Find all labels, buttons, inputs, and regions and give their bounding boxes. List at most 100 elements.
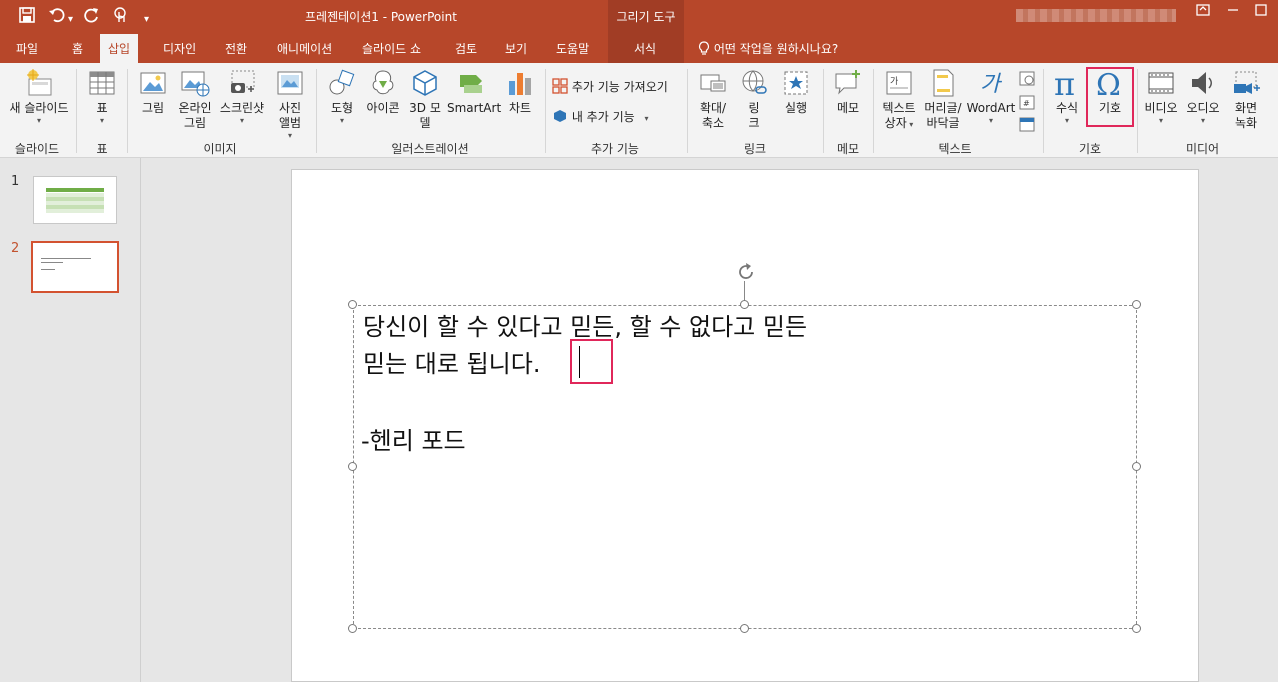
photo-album-button[interactable]: 사진 앨범 ▾ [270,67,310,140]
undo-icon[interactable] [48,6,66,29]
slide-thumbnail-2[interactable] [31,241,119,293]
resize-handle[interactable] [1132,462,1141,471]
quote-line-2: 믿는 대로 됩니다. [363,350,541,378]
resize-handle[interactable] [348,624,357,633]
powerpoint-window: ▾ ▾ 프레젠테이션1 - PowerPoint 파일 홈 삽입 디자인 전환 … [0,0,1278,682]
touch-mode-icon[interactable] [111,6,131,29]
my-addins-button[interactable]: 내 추가 기능 ▾ [552,108,649,125]
equation-button[interactable]: π 수식 ▾ [1049,67,1085,125]
wordart-icon: 가 [980,72,1003,97]
user-account-name[interactable] [1016,9,1176,22]
my-addins-icon [554,110,566,122]
group-label-media: 미디어 [1185,142,1220,156]
maximize-icon[interactable] [1246,4,1276,20]
resize-handle[interactable] [1132,300,1141,309]
tab-format[interactable]: 서식 [634,40,656,57]
tab-help[interactable]: 도움말 [556,40,589,57]
undo-dropdown-icon[interactable]: ▾ [68,10,73,30]
group-label-illustrations: 일러스트레이션 [391,142,469,156]
chart-button[interactable]: 차트 [502,67,538,116]
slide-thumbnail-1[interactable] [33,176,117,224]
slide-number-button[interactable]: # [1019,94,1035,113]
tell-me-search[interactable]: 어떤 작업을 원하시나요? [698,40,838,57]
online-picture-button[interactable]: 온라인 그림 [174,67,216,131]
table-icon [89,71,115,95]
tab-design[interactable]: 디자인 [163,40,196,57]
action-button[interactable]: 실행 [778,67,814,116]
link-icon [742,70,767,94]
thumbnail-number: 1 [11,174,20,189]
tab-home[interactable]: 홈 [72,40,83,57]
cube-icon [413,70,437,96]
online-picture-icon [181,71,210,97]
minimize-icon[interactable] [1218,4,1248,20]
table-button[interactable]: 표 ▾ [84,67,120,125]
icons-button[interactable]: 아이콘 [363,67,403,116]
rotate-handle-icon[interactable] [735,261,757,283]
svg-text:#: # [1023,99,1030,108]
date-time-icon [1019,71,1035,86]
svg-text:가: 가 [890,76,898,87]
tab-animations[interactable]: 애니메이션 [277,40,332,57]
object-icon [1019,117,1035,132]
resize-handle[interactable] [740,624,749,633]
zoom-icon [700,74,726,92]
tab-review[interactable]: 검토 [455,40,477,57]
screenshot-icon [231,70,255,93]
photo-album-icon [277,71,303,95]
group-label-slides: 슬라이드 [14,142,60,156]
tab-file[interactable]: 파일 [16,40,38,57]
tab-slide-show[interactable]: 슬라이드 쇼 [362,40,421,57]
picture-icon [140,72,166,94]
picture-button[interactable]: 그림 [135,67,171,116]
text-box-icon: 가 [886,71,912,95]
contextual-tab-title: 그리기 도구 [616,10,676,24]
contextual-tab-group: 그리기 도구 서식 [608,0,684,63]
group-label-text: 텍스트 [938,142,972,156]
new-slide-button[interactable]: 새 슬라이드 ▾ [4,67,74,125]
slide-thumbnail-pane: 1 2 [0,158,141,682]
group-label-links: 링크 [743,142,767,156]
header-footer-button[interactable]: 머리글/ 바닥글 [922,67,964,131]
customize-qat-icon[interactable]: ▾ [144,10,149,30]
ribbon-display-options-icon[interactable] [1188,4,1218,20]
lightbulb-icon [698,41,710,55]
header-footer-icon [933,69,954,97]
ribbon-insert: 새 슬라이드 ▾ 슬라이드 표 ▾ 표 그림 온라인 그림 스크린샷 ▾ 사진 … [0,63,1278,158]
wordart-button[interactable]: 가 WordArt ▾ [966,67,1016,125]
tab-transitions[interactable]: 전환 [225,40,247,57]
screen-recording-button[interactable]: 화면 녹화 [1226,67,1266,131]
thumbnail-number: 2 [11,241,20,256]
text-box-button[interactable]: 가 텍스트 상자 ▾ [878,67,920,132]
tab-view[interactable]: 보기 [505,40,527,57]
object-button[interactable] [1019,116,1035,135]
resize-handle[interactable] [1132,624,1141,633]
link-button[interactable]: 링 크 [736,67,772,131]
group-label-tables: 표 [96,142,108,156]
screenshot-button[interactable]: 스크린샷 ▾ [217,67,267,125]
3d-models-button[interactable]: 3D 모 델 [405,67,445,131]
resize-handle[interactable] [348,462,357,471]
tab-insert[interactable]: 삽입 [100,34,139,64]
date-time-button[interactable] [1019,70,1035,89]
group-label-images: 이미지 [203,142,237,156]
save-icon[interactable] [18,6,36,29]
shapes-icon [329,69,355,95]
svg-text:π: π [1054,67,1075,99]
group-label-symbols: 기호 [1078,142,1102,156]
zoom-button[interactable]: 확대/ 축소 [694,67,732,131]
group-label-comments: 메모 [836,142,860,156]
slide-number-icon: # [1019,95,1035,110]
get-addins-button[interactable]: 추가 기능 가져오기 [552,78,668,95]
smartart-button[interactable]: SmartArt [447,67,501,116]
audio-button[interactable]: 오디오 ▾ [1184,67,1222,125]
new-slide-icon [27,69,52,96]
group-label-addins: 추가 기능 [591,142,639,156]
resize-handle[interactable] [348,300,357,309]
svg-text:가: 가 [980,72,1003,97]
smartart-icon [460,75,482,93]
comment-button[interactable]: 메모 [829,67,867,116]
video-button[interactable]: 비디오 ▾ [1142,67,1180,125]
shapes-button[interactable]: 도형 ▾ [323,67,361,125]
redo-icon[interactable] [82,6,100,29]
